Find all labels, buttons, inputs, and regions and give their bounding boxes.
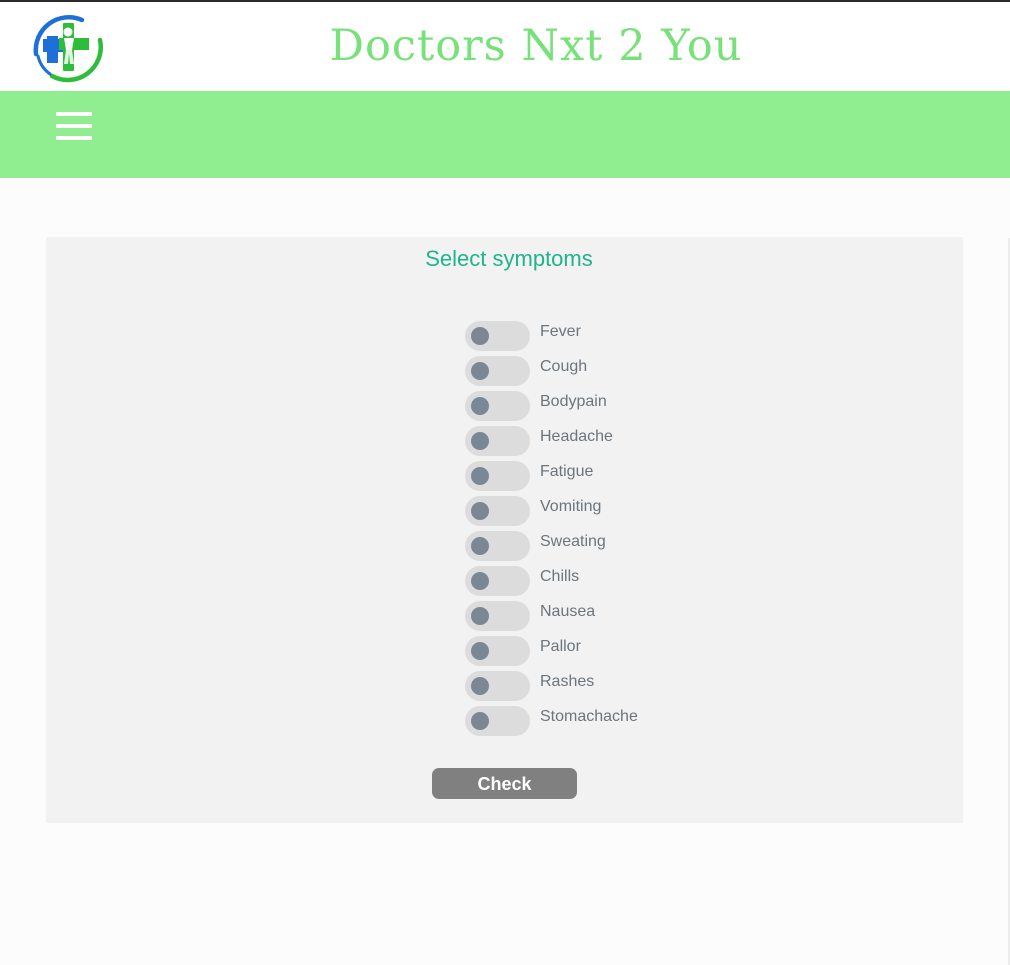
toggle-knob — [471, 642, 489, 660]
symptom-toggle[interactable] — [465, 356, 530, 386]
hamburger-menu-icon[interactable] — [56, 112, 92, 140]
symptom-toggle[interactable] — [465, 706, 530, 736]
symptom-form-card: Select symptoms Fever Cough Bodypain Headac… — [46, 237, 963, 823]
toggle-knob — [471, 432, 489, 450]
form-title: Select symptoms — [425, 246, 593, 271]
symptom-label[interactable]: Vomiting — [540, 497, 601, 517]
symptom-label[interactable]: Sweating — [540, 532, 606, 552]
symptom-toggle[interactable] — [465, 636, 530, 666]
symptom-toggle[interactable] — [465, 461, 530, 491]
toggle-knob — [471, 712, 489, 730]
symptom-label[interactable]: Chills — [540, 567, 579, 587]
symptom-label[interactable]: Stomachache — [540, 707, 638, 727]
symptom-label[interactable]: Fatigue — [540, 462, 593, 482]
symptom-toggle[interactable] — [465, 566, 530, 596]
toggle-knob — [471, 362, 489, 380]
symptom-toggle[interactable] — [465, 671, 530, 701]
toggle-knob — [471, 467, 489, 485]
symptom-label[interactable]: Pallor — [540, 637, 581, 657]
toggle-knob — [471, 572, 489, 590]
symptom-label[interactable]: Cough — [540, 357, 587, 377]
symptom-toggle[interactable] — [465, 601, 530, 631]
check-button[interactable]: Check — [432, 768, 577, 799]
navbar — [0, 91, 1010, 178]
site-header: Doctors Nxt 2 You — [0, 2, 1010, 91]
symptom-label[interactable]: Nausea — [540, 602, 595, 622]
symptom-label[interactable]: Headache — [540, 427, 613, 447]
symptom-toggle[interactable] — [465, 531, 530, 561]
symptom-label[interactable]: Bodypain — [540, 392, 607, 412]
symptom-toggle[interactable] — [465, 321, 530, 351]
symptom-label[interactable]: Fever — [540, 322, 581, 342]
toggle-knob — [471, 677, 489, 695]
toggle-knob — [471, 537, 489, 555]
symptom-toggle[interactable] — [465, 391, 530, 421]
toggle-knob — [471, 397, 489, 415]
site-title: Doctors Nxt 2 You — [329, 21, 743, 71]
toggle-knob — [471, 607, 489, 625]
toggle-knob — [471, 327, 489, 345]
symptom-label[interactable]: Rashes — [540, 672, 594, 692]
symptom-toggle[interactable] — [465, 426, 530, 456]
toggle-knob — [471, 502, 489, 520]
symptom-toggle[interactable] — [465, 496, 530, 526]
